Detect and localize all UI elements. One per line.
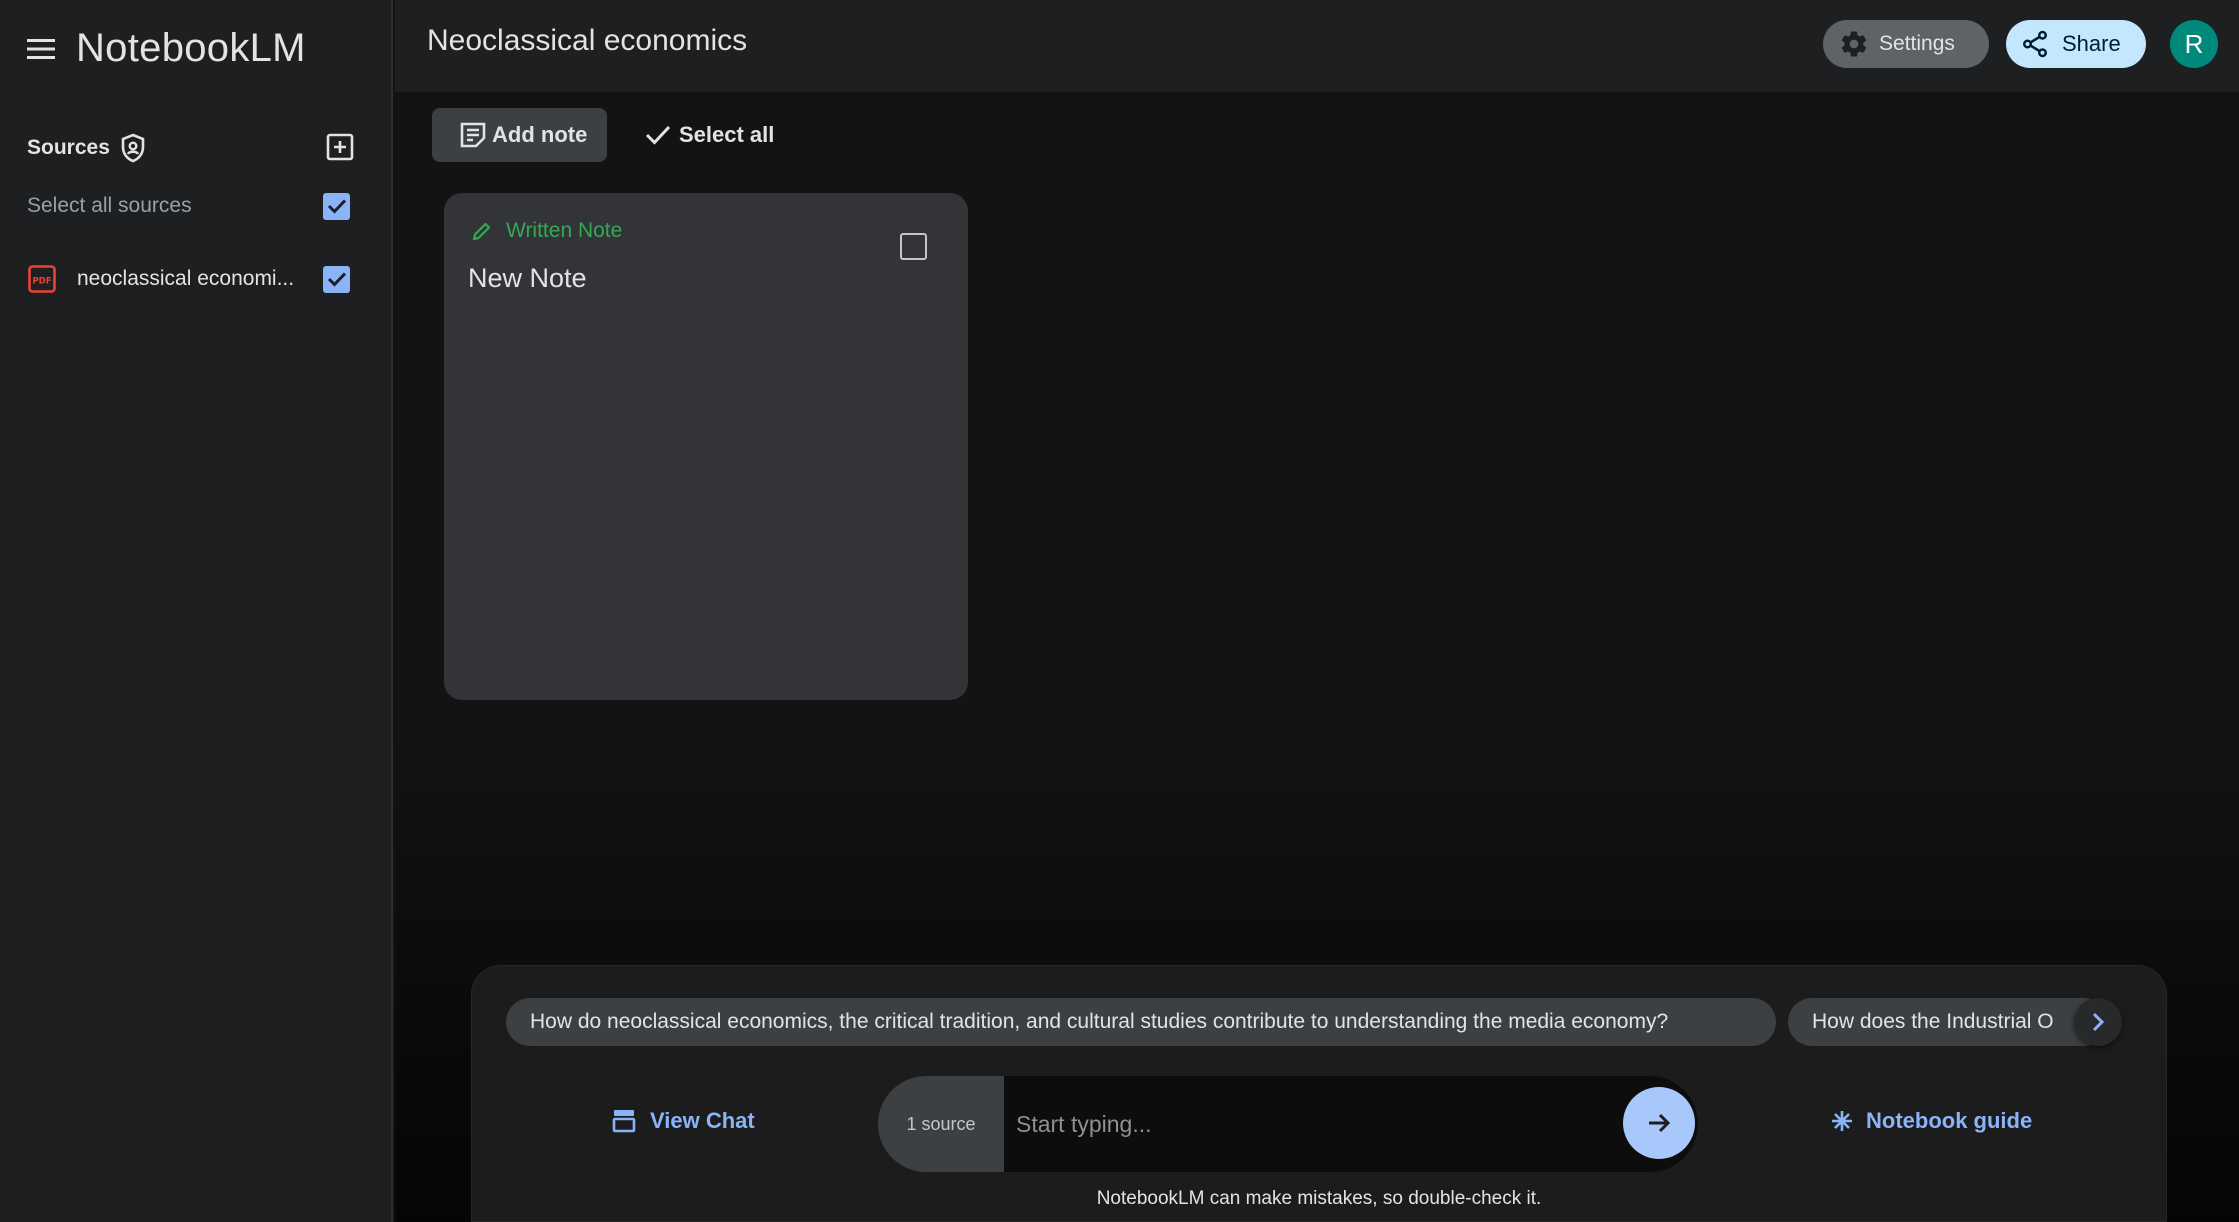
select-all-sources-checkbox[interactable] (323, 192, 350, 220)
select-all-sources-row: Select all sources (27, 190, 357, 222)
add-source-button[interactable] (323, 130, 357, 164)
arrow-right-icon (1649, 1113, 1671, 1133)
share-label: Share (2062, 31, 2121, 56)
select-all-notes-button[interactable]: Select all (645, 108, 774, 162)
note-card[interactable]: Written Note New Note (444, 193, 968, 700)
avatar[interactable]: R (2170, 20, 2218, 68)
notebook-guide-button[interactable]: Notebook guide (1830, 1108, 2032, 1134)
note-checkbox[interactable] (900, 233, 927, 260)
suggested-question[interactable]: How does the Industrial O (1788, 998, 2108, 1046)
pencil-icon (472, 222, 491, 241)
share-button[interactable]: Share (2006, 20, 2146, 68)
shield-icon (120, 133, 148, 163)
send-button[interactable] (1623, 1087, 1695, 1159)
view-chat-label: View Chat (650, 1108, 755, 1133)
check-icon (645, 125, 671, 145)
note-type: Written Note (470, 219, 622, 243)
chat-panel: How do neoclassical economics, the criti… (471, 965, 2167, 1222)
add-box-icon (326, 133, 354, 161)
svg-text:PDF: PDF (32, 277, 51, 287)
view-chat-button[interactable]: View Chat (612, 1108, 755, 1134)
gear-icon (1841, 31, 1867, 57)
disclaimer-text: NotebookLM can make mistakes, so double-… (1096, 1188, 1542, 1209)
chat-input-bar: 1 source (878, 1076, 1698, 1172)
add-note-label: Add note (492, 122, 588, 147)
settings-button[interactable]: Settings (1823, 20, 1989, 68)
add-note-button[interactable]: Add note (432, 108, 607, 162)
sidebar: NotebookLM Sources Select all sources PD… (0, 0, 393, 1222)
source-name: neoclassical economi... (77, 267, 295, 290)
source-checkbox[interactable] (323, 265, 350, 293)
notebook-guide-label: Notebook guide (1866, 1108, 2033, 1133)
sources-header: Sources (27, 130, 357, 166)
sparkle-icon (1832, 1111, 1852, 1131)
menu-icon[interactable] (24, 32, 58, 66)
pdf-icon: PDF (27, 264, 57, 294)
top-bar: Neoclassical economics Settings Share R (395, 0, 2239, 92)
note-title: New Note (468, 263, 587, 293)
suggestions-next-button[interactable] (2074, 998, 2122, 1046)
note-icon (460, 122, 486, 148)
sources-title: Sources (27, 136, 110, 159)
select-all-sources-label: Select all sources (27, 194, 192, 217)
brand-row: NotebookLM (24, 26, 306, 71)
suggested-question[interactable]: How do neoclassical economics, the criti… (506, 998, 1776, 1046)
source-item[interactable]: PDF neoclassical economi... (27, 262, 357, 296)
page-title: Neoclassical economics (427, 24, 748, 57)
chevron-right-icon (2092, 1012, 2105, 1032)
app-logo-text: NotebookLM (76, 26, 306, 70)
check-icon (327, 199, 346, 214)
check-icon (327, 272, 346, 287)
chat-input[interactable] (1016, 1094, 1606, 1154)
select-all-notes-label: Select all (679, 122, 775, 147)
settings-label: Settings (1879, 32, 1955, 55)
note-type-label: Written Note (506, 219, 623, 242)
share-icon (2023, 30, 2047, 58)
source-count-chip[interactable]: 1 source (878, 1076, 1004, 1172)
app-root: NotebookLM Sources Select all sources PD… (0, 0, 2239, 1222)
chat-icon (612, 1110, 636, 1133)
